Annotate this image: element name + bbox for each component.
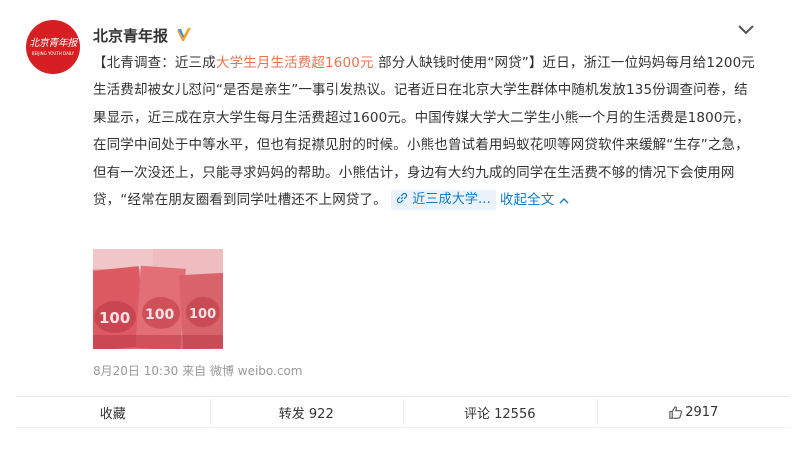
avatar-logo-subtext: BEIJING YOUTH DAILY <box>31 51 75 56</box>
post-body-highlight[interactable]: 大学生月生活费超1600元 <box>216 55 374 71</box>
collapse-label: 收起全文 <box>499 192 555 209</box>
action-bar: 收藏 转发 922 评论 12556 2917 <box>16 397 790 427</box>
repost-label: 转发 922 <box>278 406 334 422</box>
like-button[interactable]: 2917 <box>596 397 791 427</box>
username[interactable]: 北京青年报 <box>93 25 168 46</box>
verified-icon <box>177 28 191 41</box>
post-image[interactable]: 100 100 100 <box>93 249 223 349</box>
collapse-button[interactable]: 收起全文 <box>500 192 569 208</box>
post-body-prefix: 【北青调查：近三成 <box>93 55 216 71</box>
thumbs-up-icon <box>669 405 683 419</box>
article-link[interactable]: 近三成大学... <box>391 190 496 211</box>
post-body-text: 部分人缺钱时使用“网贷”】近日，浙江一位妈妈每月给1200元生活费却被女儿怼问“… <box>93 55 755 209</box>
link-icon <box>397 192 408 204</box>
like-count: 2917 <box>685 404 719 420</box>
bottom-divider <box>16 427 790 428</box>
banknote-100-text-3: 100 <box>189 307 216 322</box>
article-link-label: 近三成大学... <box>412 192 491 208</box>
comment-label: 评论 12556 <box>464 406 536 422</box>
avatar[interactable]: 北京青年报 BEIJING YOUTH DAILY <box>26 20 80 74</box>
post-meta: 8月20日 10:30 来自 微博 weibo.com <box>93 362 303 379</box>
repost-button[interactable]: 转发 922 <box>209 397 404 427</box>
post-timestamp[interactable]: 8月20日 10:30 <box>93 364 178 378</box>
favorite-button[interactable]: 收藏 <box>16 397 210 427</box>
chevron-up-icon <box>559 198 569 204</box>
avatar-logo-text: 北京青年报 <box>29 38 77 49</box>
post-source: 来自 微博 weibo.com <box>182 364 303 378</box>
post-body: 【北青调查：近三成大学生月生活费超1600元 部分人缺钱时使用“网贷”】近日，浙… <box>93 50 761 214</box>
chevron-down-icon[interactable] <box>737 23 755 37</box>
comment-button[interactable]: 评论 12556 <box>403 397 597 427</box>
banknote-100-text-1: 100 <box>99 309 130 327</box>
favorite-label: 收藏 <box>99 406 126 422</box>
banknote-100-text-2: 100 <box>145 307 174 323</box>
